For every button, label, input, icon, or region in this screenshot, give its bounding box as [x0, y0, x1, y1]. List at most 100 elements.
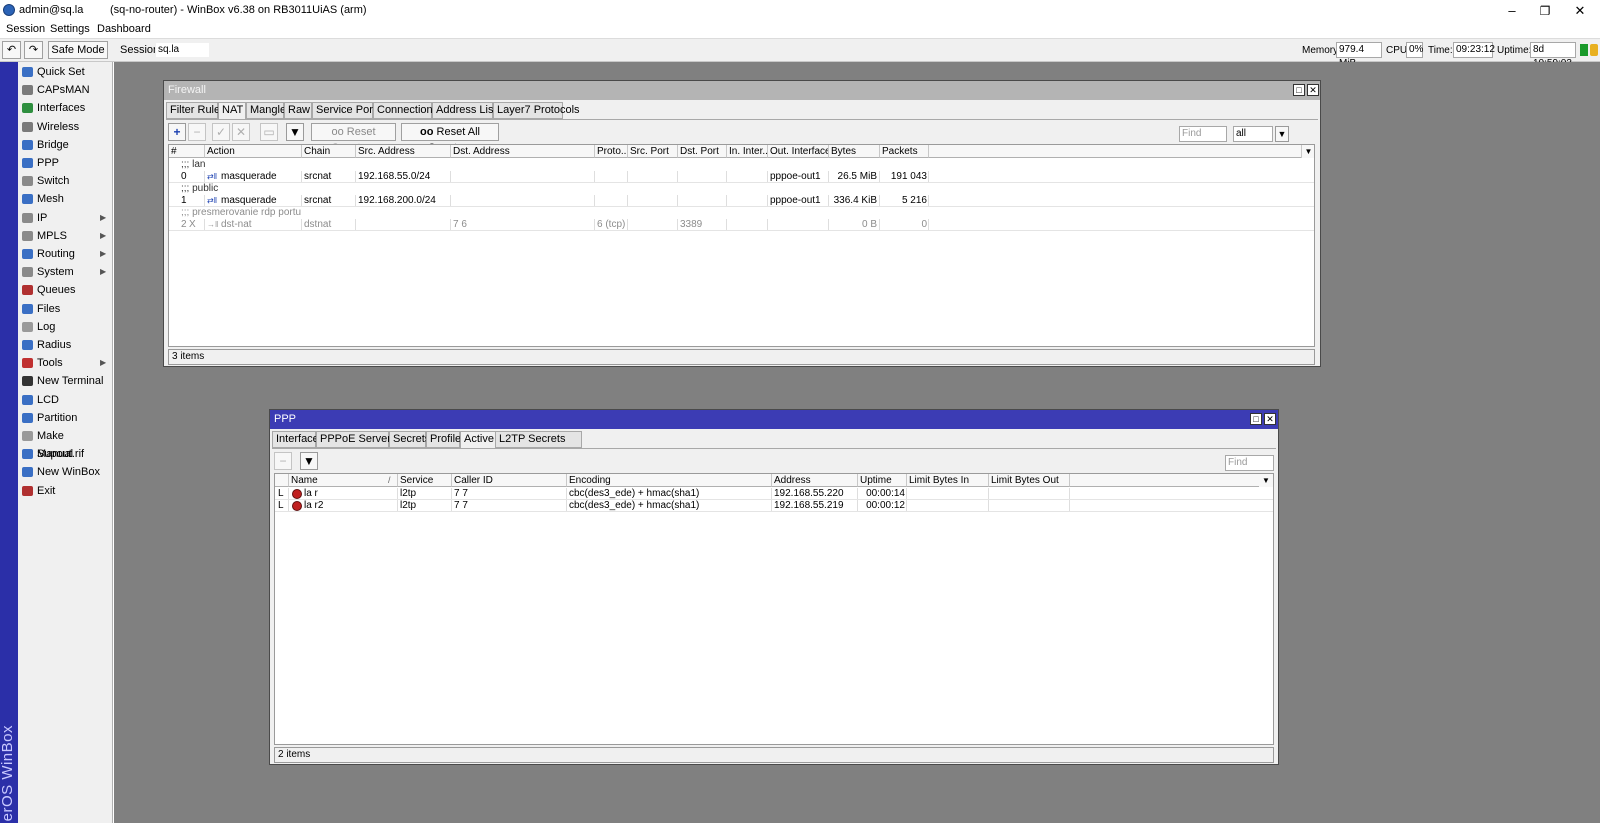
ppp-find-input[interactable]: Find — [1225, 455, 1274, 471]
sidebar-item-radius[interactable]: Radius — [18, 336, 112, 354]
sidebar-item-ppp[interactable]: PPP — [18, 154, 112, 172]
rule-dst: 7 6 — [453, 219, 467, 230]
sidebar-item-mesh[interactable]: Mesh — [18, 190, 112, 208]
menu-settings[interactable]: Settings — [50, 23, 90, 35]
undo-button[interactable]: ↶ — [2, 41, 21, 59]
firewall-tab-address-lists[interactable]: Address Lists — [432, 102, 502, 119]
enable-rule-button[interactable]: ✓ — [212, 123, 230, 141]
wireless-icon — [22, 121, 33, 132]
sidebar-item-exit[interactable]: Exit — [18, 482, 112, 500]
sidebar-item-new-terminal[interactable]: New Terminal — [18, 372, 112, 390]
session-field[interactable]: sq.la — [155, 42, 210, 58]
sidebar-item-manual[interactable]: Manual — [18, 445, 112, 463]
sidebar-item-ip[interactable]: IP ▶ — [18, 209, 112, 227]
column-header-dst-address[interactable]: Dst. Address — [451, 145, 595, 158]
redo-button[interactable]: ↷ — [24, 41, 43, 59]
connection-name: la r2 — [304, 500, 324, 511]
column-header-[interactable]: # — [169, 145, 205, 158]
filter-button[interactable]: ▼ — [286, 123, 304, 141]
firewall-close-icon[interactable]: ✕ — [1307, 84, 1319, 96]
reset-all-counters-icon: oo — [420, 126, 434, 138]
ppp-tab-l2tp-secrets[interactable]: L2TP Secrets — [495, 431, 582, 448]
table-row[interactable]: Lla r2 l2tp 7 7 cbc(des3_ede) + hmac(sha1) 1… — [275, 500, 1273, 512]
firewall-tab-connections[interactable]: Connections — [373, 102, 438, 119]
safe-mode-button[interactable]: Safe Mode — [48, 41, 108, 59]
table-row[interactable]: Lla r l2tp 7 7 cbc(des3_ede) + hmac(sha1) 19… — [275, 488, 1273, 500]
firewall-title-bar[interactable]: Firewall □ ✕ — [164, 81, 1320, 100]
menu-dashboard[interactable]: Dashboard — [97, 23, 151, 35]
ppp-tab-pppoe-servers[interactable]: PPPoE Servers — [316, 431, 396, 448]
column-header-limit-bytes-out[interactable]: Limit Bytes Out — [989, 474, 1070, 487]
reset-counters-button[interactable]: oo Reset Counters — [311, 123, 396, 154]
column-header-in-inter[interactable]: In. Inter... — [727, 145, 768, 158]
disable-rule-button[interactable]: ✕ — [232, 123, 250, 141]
table-row[interactable]: 1 ⇄‖ masquerade srcnat 192.168.200.0/24 pppoe… — [169, 195, 1314, 207]
restore-button[interactable]: ❐ — [1525, 1, 1565, 21]
ppp-tab-interface[interactable]: Interface — [272, 431, 319, 448]
column-header-limit-bytes-in[interactable]: Limit Bytes In — [907, 474, 989, 487]
sidebar-item-make-supout-rif[interactable]: Make Supout.rif — [18, 427, 112, 460]
remove-rule-button[interactable]: − — [188, 123, 206, 141]
column-header-proto[interactable]: Proto... — [595, 145, 628, 158]
column-header-out-interface[interactable]: Out. Interface — [768, 145, 829, 158]
comment-button[interactable]: ▭ — [260, 123, 278, 141]
ppp-columns-dropdown-icon[interactable]: ▼ — [1259, 474, 1273, 487]
column-header-chain[interactable]: Chain — [302, 145, 356, 158]
table-row[interactable]: 0 ⇄‖ masquerade srcnat 192.168.55.0/24 pppoe-… — [169, 171, 1314, 183]
sidebar-item-interfaces[interactable]: Interfaces — [18, 99, 112, 117]
ppp-tab-secrets[interactable]: Secrets — [389, 431, 430, 448]
column-header-name[interactable]: Name — [289, 474, 398, 487]
firewall-tab-raw[interactable]: Raw — [284, 102, 312, 119]
ppp-close-icon[interactable]: ✕ — [1264, 413, 1276, 425]
ppp-tab-profiles[interactable]: Profiles — [426, 431, 467, 448]
sidebar-item-files[interactable]: Files — [18, 300, 112, 318]
ppp-filter-button[interactable]: ▼ — [300, 452, 318, 470]
column-header-uptime[interactable]: Uptime — [858, 474, 907, 487]
sidebar-item-log[interactable]: Log — [18, 318, 112, 336]
column-header-src-port[interactable]: Src. Port — [628, 145, 678, 158]
remove-connection-button[interactable]: − — [274, 452, 292, 470]
column-header-service[interactable]: Service — [398, 474, 452, 487]
column-header-action[interactable]: Action — [205, 145, 302, 158]
sidebar-item-partition[interactable]: Partition — [18, 409, 112, 427]
column-header-caller-id[interactable]: Caller ID — [452, 474, 567, 487]
ppp-title-bar[interactable]: PPP □ ✕ — [270, 410, 1278, 429]
firewall-tab-filter-rules[interactable]: Filter Rules — [166, 102, 226, 119]
column-header-src-address[interactable]: Src. Address — [356, 145, 451, 158]
sidebar-item-quick-set[interactable]: Quick Set — [18, 63, 112, 81]
column-header-encoding[interactable]: Encoding — [567, 474, 772, 487]
sidebar-item-queues[interactable]: Queues — [18, 281, 112, 299]
reset-all-counters-button[interactable]: oo Reset All Counters — [401, 123, 499, 154]
scope-dropdown-icon[interactable]: ▼ — [1275, 126, 1289, 142]
sidebar-item-capsman[interactable]: CAPsMAN — [18, 81, 112, 99]
close-button[interactable]: ✕ — [1560, 1, 1600, 21]
sidebar-item-bridge[interactable]: Bridge — [18, 136, 112, 154]
ppp-maximize-icon[interactable]: □ — [1250, 413, 1262, 425]
column-header-address[interactable]: Address — [772, 474, 858, 487]
sidebar-item-system[interactable]: System ▶ — [18, 263, 112, 281]
column-header-bytes[interactable]: Bytes — [829, 145, 880, 158]
columns-dropdown-icon[interactable]: ▼ — [1301, 145, 1314, 158]
column-header-packets[interactable]: Packets — [880, 145, 929, 158]
firewall-tab-service-ports[interactable]: Service Ports — [312, 102, 381, 119]
firewall-tab-layer7-protocols[interactable]: Layer7 Protocols — [493, 102, 580, 119]
sidebar-item-mpls[interactable]: MPLS ▶ — [18, 227, 112, 245]
sidebar-item-tools[interactable]: Tools ▶ — [18, 354, 112, 372]
rule-packets: 0 — [921, 219, 927, 230]
table-row[interactable]: 2 X →‖ dst-nat dstnat 7 66 (tcp) 3389 0 B0 — [169, 219, 1314, 231]
firewall-tab-mangle[interactable]: Mangle — [246, 102, 286, 119]
sidebar-item-label: LCD — [37, 393, 60, 406]
sidebar-item-switch[interactable]: Switch — [18, 172, 112, 190]
add-rule-button[interactable]: + — [168, 123, 186, 141]
sidebar-item-lcd[interactable]: LCD — [18, 391, 112, 409]
sidebar-item-label: Mesh — [37, 193, 64, 206]
menu-session[interactable]: Session — [6, 23, 45, 35]
column-header-dst-port[interactable]: Dst. Port — [678, 145, 727, 158]
firewall-find-input[interactable]: Find — [1179, 126, 1227, 142]
sidebar-item-wireless[interactable]: Wireless — [18, 118, 112, 136]
firewall-maximize-icon[interactable]: □ — [1293, 84, 1305, 96]
firewall-scope-select[interactable]: all — [1233, 126, 1273, 142]
firewall-tab-nat[interactable]: NAT — [218, 102, 246, 120]
sidebar-item-new-winbox[interactable]: New WinBox — [18, 463, 112, 481]
sidebar-item-routing[interactable]: Routing ▶ — [18, 245, 112, 263]
